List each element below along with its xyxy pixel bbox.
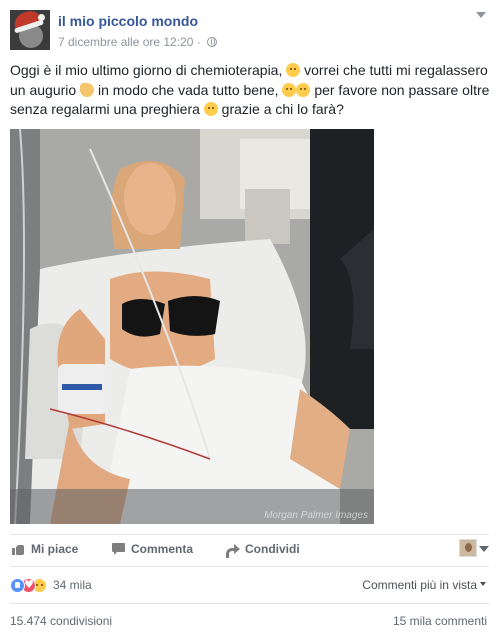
share-count[interactable]: 15.474 condivisioni — [10, 614, 112, 628]
chevron-down-icon[interactable] — [479, 546, 489, 552]
hospital-photo-illustration — [10, 129, 374, 524]
relieved-face-icon — [282, 82, 297, 97]
page-name-link[interactable]: il mio piccolo mondo — [58, 13, 198, 29]
post-meta: 7 dicembre alle ore 12:20 · — [58, 35, 218, 49]
comment-count[interactable]: 15 mila commenti — [393, 614, 487, 628]
disappointed-face-icon — [203, 102, 218, 116]
facebook-post: il mio piccolo mondo 7 dicembre alle ore… — [0, 0, 499, 633]
page-avatar[interactable] — [10, 10, 50, 50]
like-label: Mi piace — [31, 542, 79, 556]
like-button[interactable]: Mi piace — [12, 542, 78, 556]
comment-label: Commenta — [131, 542, 194, 556]
post-photo[interactable]: Morgan Palmer Images — [10, 129, 374, 524]
divider — [10, 534, 489, 535]
post-text-part: Oggi è il mio ultimo giorno di chemioter… — [10, 62, 283, 78]
reactions-row: 34 mila Commenti più in vista — [10, 577, 489, 595]
post-stats: 15.474 condivisioni 15 mila commenti — [10, 614, 489, 630]
comment-button[interactable]: Commenta — [112, 542, 193, 556]
globe-icon — [207, 37, 218, 47]
caret-down-icon — [480, 582, 486, 586]
post-text-part: grazie a chi lo farà? — [221, 101, 344, 117]
share-icon — [226, 543, 240, 558]
comment-sort-dropdown[interactable]: Commenti più in vista — [362, 578, 486, 592]
divider — [10, 566, 489, 567]
post-text: Oggi è il mio ultimo giorno di chemioter… — [10, 61, 490, 120]
photo-watermark: Morgan Palmer Images — [264, 510, 368, 521]
crying-face-icon — [286, 63, 301, 77]
clapping-hands-icon — [80, 82, 95, 97]
meta-separator: · — [196, 35, 201, 49]
viewer-avatar[interactable] — [459, 539, 477, 557]
chevron-down-icon[interactable] — [474, 10, 488, 22]
reaction-count[interactable]: 34 mila — [53, 578, 92, 592]
comment-icon — [112, 543, 125, 555]
persevering-face-icon — [296, 82, 311, 97]
share-label: Condividi — [245, 542, 300, 556]
share-button[interactable]: Condividi — [226, 542, 300, 558]
post-text-part: in modo che vada tutto bene, — [97, 81, 279, 98]
post-timestamp[interactable]: 7 dicembre alle ore 12:20 — [58, 35, 193, 49]
divider — [10, 603, 489, 604]
thumbs-up-icon — [12, 543, 25, 555]
comment-sort-label: Commenti più in vista — [362, 578, 477, 592]
hat-pompom — [38, 14, 45, 21]
post-header: il mio piccolo mondo 7 dicembre alle ore… — [10, 10, 490, 52]
like-reaction-icon[interactable] — [10, 578, 25, 593]
action-bar: Mi piace Commenta Condividi — [10, 539, 489, 561]
